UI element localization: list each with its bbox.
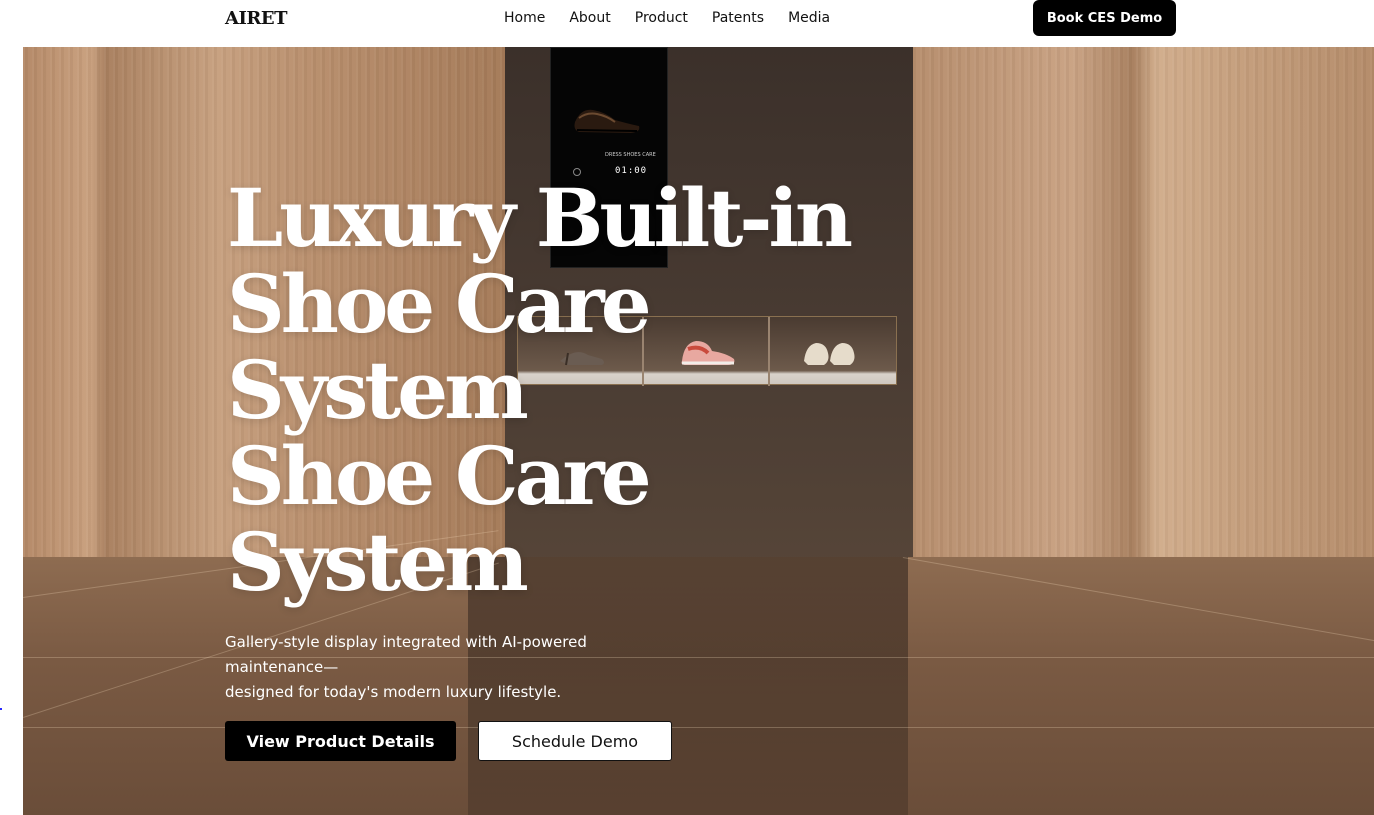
hero-title-line: Shoe Care [227, 429, 652, 523]
hero-subtitle-line: designed for today's modern luxury lifes… [225, 683, 562, 701]
schedule-demo-button[interactable]: Schedule Demo [478, 721, 672, 761]
main-nav: Home About Product Patents Media [492, 0, 842, 36]
book-demo-button[interactable]: Book CES Demo [1033, 0, 1176, 36]
hero-title-line: System [227, 343, 529, 437]
nav-item-home[interactable]: Home [504, 10, 545, 26]
hero-section: DRESS SHOES CARE 01:00 Luxury Built-in S… [23, 47, 1374, 815]
nav-item-media[interactable]: Media [788, 10, 830, 26]
hero-title: Luxury Built-in Shoe Care System Shoe Ca… [227, 175, 987, 605]
nav-item-product[interactable]: Product [635, 10, 688, 26]
hero-subtitle: Gallery-style display integrated with AI… [225, 630, 685, 705]
hero-subtitle-line: Gallery-style display integrated with AI… [225, 633, 587, 676]
hero-title-line: Shoe Care [227, 257, 652, 351]
hero-title-line: System [227, 515, 529, 609]
nav-item-about[interactable]: About [569, 10, 610, 26]
top-navigation-bar: AIRET Home About Product Patents Media B… [0, 0, 1374, 46]
hero-title-line: Luxury Built-in [227, 171, 853, 265]
view-product-details-button[interactable]: View Product Details [225, 721, 456, 761]
nav-item-patents[interactable]: Patents [712, 10, 764, 26]
screen-label: DRESS SHOES CARE [605, 152, 656, 158]
edge-marker [0, 708, 2, 710]
dress-shoe-image [574, 109, 640, 133]
brand-logo[interactable]: AIRET [225, 8, 287, 29]
